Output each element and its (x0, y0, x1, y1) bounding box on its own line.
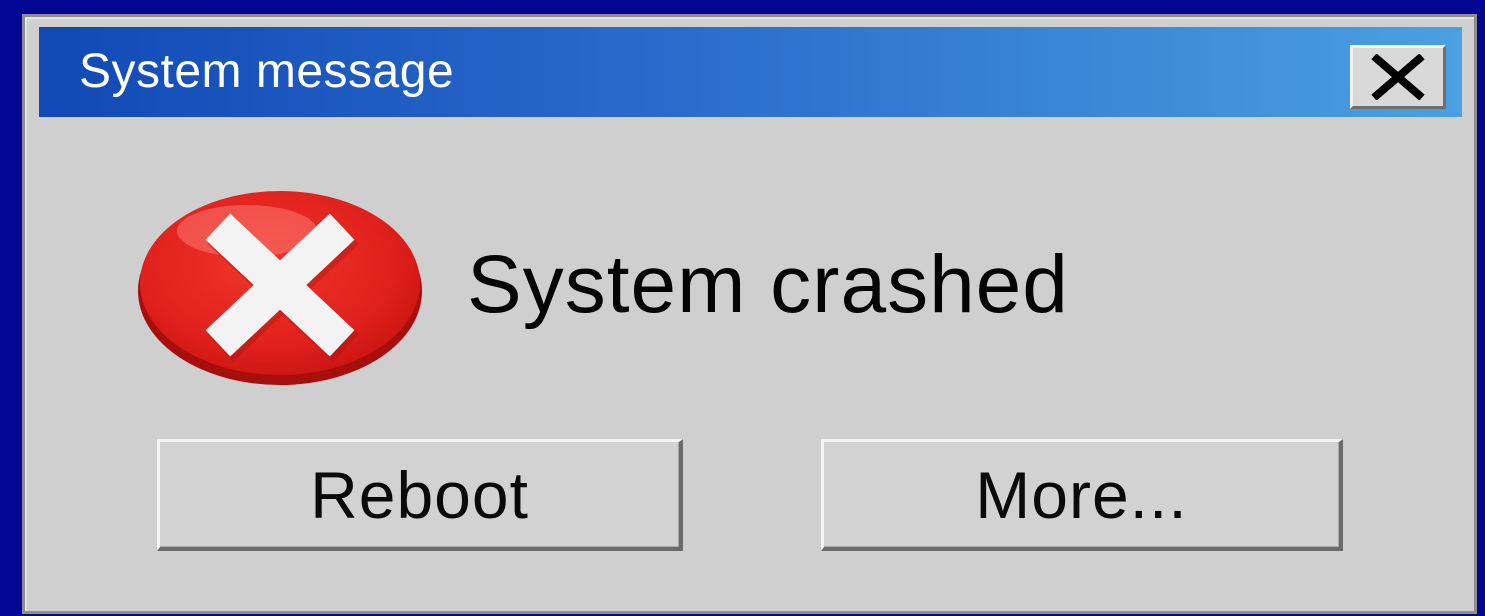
error-icon (138, 191, 422, 385)
reboot-button-label: Reboot (310, 457, 529, 532)
more-button[interactable]: More... (821, 439, 1343, 551)
error-message: System crashed (467, 239, 1069, 330)
close-icon (1371, 54, 1425, 100)
system-dialog: System message System crashed Reboot Mor… (22, 14, 1477, 614)
title-bar[interactable]: System message (39, 27, 1462, 117)
window-title: System message (79, 45, 455, 98)
more-button-label: More... (975, 457, 1188, 532)
close-button[interactable] (1350, 45, 1446, 109)
reboot-button[interactable]: Reboot (157, 439, 683, 551)
